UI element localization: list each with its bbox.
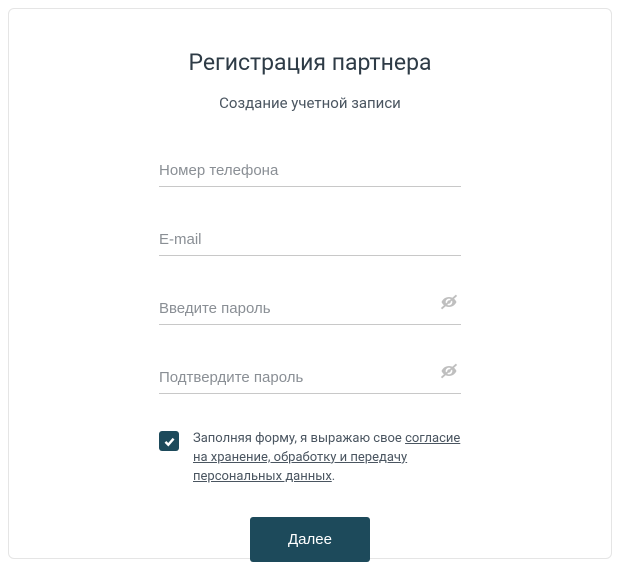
consent-suffix: . [332,469,335,484]
consent-checkbox[interactable] [159,431,179,451]
submit-button[interactable]: Далее [250,517,370,562]
registration-card: Регистрация партнера Создание учетной за… [8,8,612,559]
phone-field-wrapper [159,160,461,187]
password-field-wrapper [159,298,461,325]
password-input[interactable] [159,300,461,325]
email-field-wrapper [159,229,461,256]
page-title: Регистрация партнера [159,49,461,76]
eye-hidden-icon[interactable] [439,361,459,385]
eye-hidden-icon[interactable] [439,292,459,316]
email-input[interactable] [159,231,461,256]
check-icon [163,435,176,448]
submit-row: Далее [159,517,461,562]
page-subtitle: Создание учетной записи [159,94,461,112]
consent-text: Заполняя форму, я выражаю свое согласие … [193,430,461,487]
phone-input[interactable] [159,162,461,187]
password-confirm-field-wrapper [159,367,461,394]
consent-row: Заполняя форму, я выражаю свое согласие … [159,430,461,487]
password-confirm-input[interactable] [159,369,461,394]
consent-prefix: Заполняя форму, я выражаю свое [193,431,405,446]
